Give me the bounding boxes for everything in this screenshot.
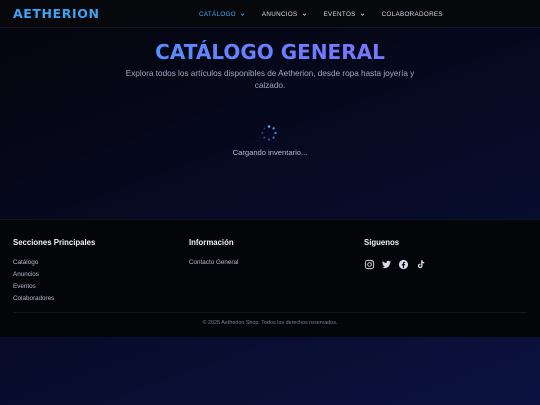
page-title: CATÁLOGO GENERAL [0,40,540,64]
footer-link-anuncios[interactable]: Anuncios [13,269,95,281]
social-links [364,257,426,270]
nav-item-label: EVENTOS [323,10,356,18]
nav-item-anuncios[interactable]: ANUNCIOS [262,0,307,28]
chevron-down-icon [360,12,365,17]
instagram-icon[interactable] [364,257,375,270]
chevron-down-icon [302,12,307,17]
nav-item-label: COLABORADORES [381,10,443,18]
nav-item-colaboradores[interactable]: COLABORADORES [382,0,443,28]
facebook-icon[interactable] [398,257,409,270]
footer-heading: Información [189,238,234,247]
footer-social-column: Síguenos [364,238,426,270]
footer-link-contacto[interactable]: Contacto General [189,257,238,269]
footer-divider [13,312,527,313]
footer-link-eventos[interactable]: Eventos [13,281,95,293]
footer-heading: Secciones Principales [13,238,96,247]
twitter-icon[interactable] [381,257,392,269]
loading-text: Cargando inventario... [232,148,308,157]
main-nav: CATÁLOGO ANUNCIOS EVENTOS COLABORADORES [199,0,460,28]
site-footer: Secciones Principales Catálogo Anuncios … [0,219,540,337]
loading-spinner-icon [260,124,278,142]
nav-item-catalogo[interactable]: CATÁLOGO [199,0,245,28]
footer-info-column: Información Contacto General [189,238,238,269]
top-navbar: AETHERION CATÁLOGO ANUNCIOS EVENTOS COLA… [0,0,540,28]
footer-link-colaboradores[interactable]: Colaboradores [13,293,95,305]
copyright-text: © 2025 Aetherion Shop. Todos los derecho… [202,320,338,326]
site-logo[interactable]: AETHERION [13,6,100,21]
footer-sections-column: Secciones Principales Catálogo Anuncios … [13,238,95,305]
nav-item-eventos[interactable]: EVENTOS [324,0,365,28]
page-subtitle: Explora todos los artículos disponibles … [125,69,415,90]
tiktok-icon[interactable] [415,257,426,269]
nav-item-label: ANUNCIOS [261,10,298,18]
chevron-down-icon [240,12,245,17]
nav-item-label: CATÁLOGO [199,10,236,18]
footer-link-catalogo[interactable]: Catálogo [13,257,95,269]
footer-heading: Síguenos [364,238,400,247]
